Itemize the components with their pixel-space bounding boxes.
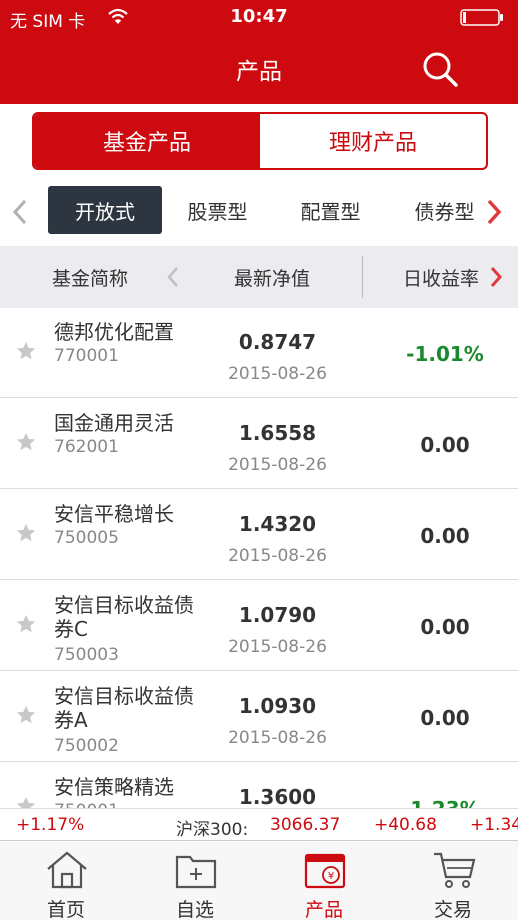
- column-latest-nav[interactable]: 最新净值: [234, 264, 310, 291]
- fund-name: 国金通用灵活: [54, 411, 174, 435]
- nav-date: 2015-08-26: [228, 455, 327, 475]
- tab-home-label: 首页: [46, 899, 85, 920]
- tab-hybrid[interactable]: 配置型: [283, 186, 378, 234]
- fund-nav: 1.3600: [238, 785, 317, 808]
- daily-return: 0.00: [420, 524, 470, 548]
- fund-code: 770001: [54, 346, 119, 366]
- chevron-left-icon[interactable]: [164, 264, 182, 290]
- tab-trade-label: 交易: [433, 899, 472, 920]
- column-divider: [362, 256, 363, 298]
- search-icon[interactable]: [420, 50, 460, 90]
- fund-code: 750003: [54, 645, 119, 665]
- fund-nav: 0.8747: [238, 330, 317, 354]
- column-daily-return[interactable]: 日收益率: [403, 264, 479, 291]
- tab-trade[interactable]: 交易: [389, 841, 517, 920]
- fund-row[interactable]: 安信平稳增长 750005 1.4320 2015-08-26 0.00: [0, 490, 518, 580]
- tab-open-end[interactable]: 开放式: [48, 186, 162, 234]
- star-icon[interactable]: [15, 431, 37, 453]
- tab-watchlist[interactable]: 自选: [131, 841, 259, 920]
- ticker-change: +40.68: [374, 815, 437, 835]
- fund-name: 德邦优化配置: [54, 320, 174, 344]
- tab-products-label: 产品: [304, 899, 343, 920]
- star-icon[interactable]: [15, 613, 37, 635]
- tab-watchlist-label: 自选: [175, 899, 214, 920]
- fund-nav: 1.6558: [238, 421, 317, 445]
- fund-row[interactable]: 国金通用灵活 762001 1.6558 2015-08-26 0.00: [0, 399, 518, 489]
- fund-name: 安信策略精选: [54, 775, 174, 799]
- chevron-right-icon[interactable]: [487, 264, 505, 290]
- daily-return: 0.00: [420, 706, 470, 730]
- home-icon: [47, 851, 87, 889]
- fund-code: 750001: [54, 801, 119, 808]
- star-icon[interactable]: [15, 795, 37, 808]
- star-icon[interactable]: [15, 704, 37, 726]
- fund-nav: 1.0790: [238, 603, 317, 627]
- fund-name: 安信目标收益债券C: [54, 593, 194, 641]
- tab-home[interactable]: 首页: [2, 841, 130, 920]
- nav-date: 2015-08-26: [228, 728, 327, 748]
- fund-row[interactable]: 德邦优化配置 770001 0.8747 2015-08-26 -1.01%: [0, 308, 518, 398]
- svg-text:¥: ¥: [328, 871, 334, 882]
- fund-code: 762001: [54, 437, 119, 457]
- column-fund-name: 基金简称: [52, 268, 129, 290]
- daily-return: 1.23%: [380, 797, 510, 808]
- cart-icon: [434, 852, 476, 888]
- chevron-left-icon[interactable]: [10, 198, 30, 226]
- folder-add-icon: [175, 855, 217, 889]
- bottom-tab-bar: 首页 自选 ¥ 产品 交易: [0, 840, 518, 920]
- chevron-right-icon[interactable]: [484, 198, 504, 226]
- nav-date: 2015-08-26: [228, 637, 327, 657]
- fund-code: 750002: [54, 736, 119, 756]
- index-ticker: +1.17% 沪深300: 3066.37 +40.68 +1.34: [0, 808, 518, 840]
- daily-return: 0.00: [420, 433, 470, 457]
- clock: 10:47: [230, 6, 288, 27]
- ticker-index-name: 沪深300:: [176, 820, 249, 840]
- table-header: 基金简称 最新净值 日收益率: [0, 246, 518, 308]
- fund-code: 750005: [54, 528, 119, 548]
- fund-nav: 1.4320: [238, 512, 317, 536]
- tab-bond[interactable]: 债券型: [397, 186, 492, 234]
- star-icon[interactable]: [15, 522, 37, 544]
- ticker-change-pct: +1.34: [470, 815, 518, 835]
- star-icon[interactable]: [15, 340, 37, 362]
- nav-date: 2015-08-26: [228, 364, 327, 384]
- fund-row[interactable]: 安信目标收益债券C 750003 1.0790 2015-08-26 0.00: [0, 581, 518, 671]
- daily-return: -1.01%: [406, 342, 484, 366]
- fund-name: 安信平稳增长: [54, 502, 174, 526]
- fund-row[interactable]: 安信策略精选 750001 1.3600 1.23%: [0, 763, 518, 808]
- product-type-segmented-control: 基金产品 理财产品: [32, 112, 488, 170]
- ticker-prev-change: +1.17%: [16, 815, 85, 835]
- battery-icon: [460, 9, 503, 26]
- segment-fund-products[interactable]: 基金产品: [34, 114, 260, 168]
- nav-date: 2015-08-26: [228, 546, 327, 566]
- category-tab-bar: 开放式 股票型 配置型 债券型: [0, 180, 518, 244]
- fund-nav: 1.0930: [238, 694, 317, 718]
- status-bar: 无 SIM 卡 10:47: [0, 0, 518, 34]
- tab-products[interactable]: ¥ 产品: [260, 841, 388, 920]
- fund-name: 安信目标收益债券A: [54, 684, 194, 732]
- tab-stock[interactable]: 股票型: [170, 186, 265, 234]
- segment-wealth-products[interactable]: 理财产品: [260, 114, 486, 168]
- product-calendar-icon: ¥: [304, 853, 346, 889]
- daily-return: 0.00: [420, 615, 470, 639]
- ticker-index-value: 3066.37: [270, 815, 341, 835]
- fund-list: 德邦优化配置 770001 0.8747 2015-08-26 -1.01% 国…: [0, 308, 518, 808]
- fund-row[interactable]: 安信目标收益债券A 750002 1.0930 2015-08-26 0.00: [0, 672, 518, 762]
